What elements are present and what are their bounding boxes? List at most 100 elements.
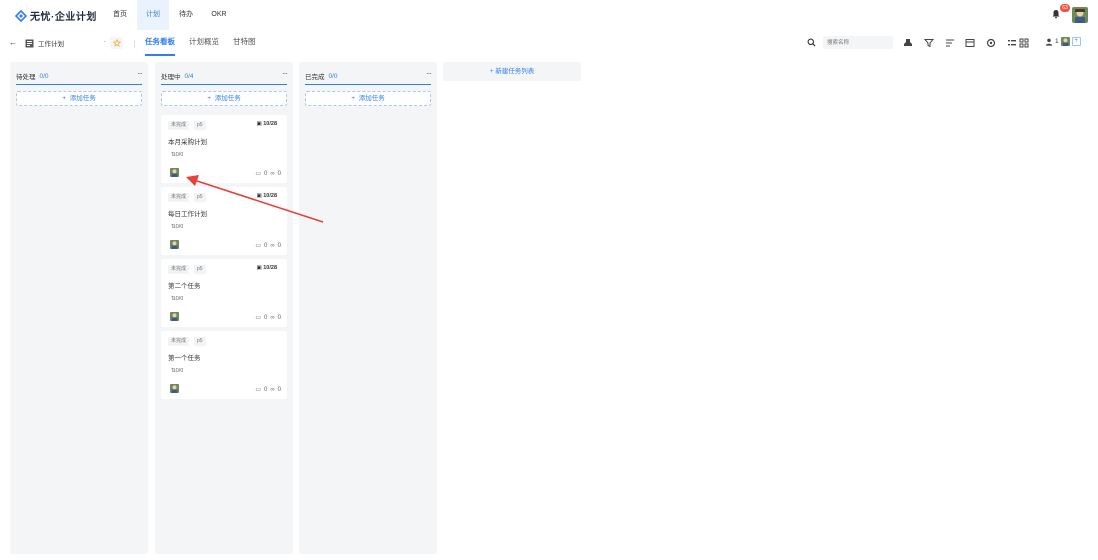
grid-view-icon[interactable] bbox=[1019, 38, 1029, 48]
sort-icon[interactable] bbox=[945, 38, 955, 48]
more-icon[interactable]: ··· bbox=[426, 69, 432, 78]
plus-icon: + bbox=[351, 95, 356, 102]
list-view-icon[interactable] bbox=[1007, 38, 1017, 48]
link-icon: ∞ bbox=[270, 170, 275, 177]
calendar-icon: ▣ bbox=[256, 193, 262, 199]
column-divider bbox=[305, 84, 431, 85]
task-card[interactable]: 未完成 p5 ▣ 10/28 本月采购计划 ⇅0/0 ▭ 0 ∞ 0 bbox=[161, 115, 287, 183]
chevron-down-icon: ⌄ bbox=[102, 38, 107, 44]
divider bbox=[134, 41, 135, 48]
calendar-icon: ▣ bbox=[256, 121, 262, 127]
subtask-progress: ⇅0/0 bbox=[171, 224, 183, 230]
search-input[interactable] bbox=[823, 36, 893, 49]
member-avatar[interactable] bbox=[1060, 37, 1070, 46]
task-card[interactable]: 未完成 p5 ▣ 10/28 第二个任务 ⇅0/0 ▭ 0 ∞ 0 bbox=[161, 259, 287, 327]
view-tabs: 任务看板 计划概览 甘特图 bbox=[145, 30, 256, 56]
link-count: 0 bbox=[277, 314, 281, 321]
cleanup-icon[interactable] bbox=[903, 38, 913, 48]
add-member-button[interactable]: + bbox=[1071, 37, 1081, 46]
comment-icon: ▭ bbox=[255, 315, 262, 321]
assignee-avatar[interactable] bbox=[170, 384, 179, 393]
project-selector[interactable]: 工作计划 ⌄ bbox=[25, 36, 109, 50]
avatar-image bbox=[1060, 37, 1070, 46]
due-date: ▣ 10/28 bbox=[257, 121, 278, 127]
search-icon[interactable] bbox=[807, 38, 816, 47]
user-avatar[interactable] bbox=[1072, 7, 1088, 23]
avatar-image bbox=[170, 384, 179, 393]
subtask-progress: ⇅0/0 bbox=[171, 368, 183, 374]
calendar-view-icon[interactable] bbox=[965, 38, 975, 48]
task-board: 待处理 0/0 ··· + 添加任务 处理中 0/4 ··· + 添加任务 未完… bbox=[0, 56, 1098, 560]
sub-toolbar: ← 工作计划 ⌄ 任务看板 计划概览 甘特图 搜索名称 1 + bbox=[0, 30, 1098, 56]
comment-count: 0 bbox=[264, 314, 268, 321]
link-icon: ∞ bbox=[270, 242, 275, 249]
more-icon[interactable]: ··· bbox=[282, 69, 288, 78]
nav-item-home[interactable]: 首页 bbox=[104, 0, 136, 30]
due-date-text: 10/28 bbox=[263, 193, 277, 199]
nav-item-plan[interactable]: 计划 bbox=[137, 0, 169, 30]
column-divider bbox=[16, 84, 142, 85]
link-icon: ∞ bbox=[270, 386, 275, 393]
column-title: 处理中 bbox=[161, 74, 181, 81]
assignee-avatar[interactable] bbox=[170, 168, 179, 177]
new-list-label: 新建任务列表 bbox=[495, 68, 535, 75]
column-count: 0/0 bbox=[328, 72, 338, 80]
priority-tag: p5 bbox=[194, 121, 206, 130]
subtask-progress-text: 0/0 bbox=[175, 368, 184, 374]
filter-icon[interactable] bbox=[924, 38, 934, 48]
add-task-label: 添加任务 bbox=[69, 95, 96, 102]
column-in-progress: 处理中 0/4 ··· + 添加任务 未完成 p5 ▣ 10/28 本月采购计划… bbox=[155, 62, 293, 554]
task-card[interactable]: 未完成 p5 ▣ 10/28 每日工作计划 ⇅0/0 ▭ 0 ∞ 0 bbox=[161, 187, 287, 255]
nav-item-todo[interactable]: 待办 bbox=[170, 0, 202, 30]
add-task-button[interactable]: + 添加任务 bbox=[161, 91, 287, 106]
more-icon[interactable]: ··· bbox=[137, 69, 143, 78]
assignee-avatar[interactable] bbox=[170, 240, 179, 249]
project-icon bbox=[25, 39, 34, 47]
add-task-button[interactable]: + 添加任务 bbox=[305, 91, 431, 106]
card-meta: ▭ 0 ∞ 0 bbox=[255, 314, 281, 322]
comment-icon: ▭ bbox=[255, 171, 262, 177]
link-count: 0 bbox=[277, 386, 281, 393]
logo-icon bbox=[15, 9, 27, 22]
comment-count: 0 bbox=[264, 242, 268, 249]
comment-icon: ▭ bbox=[255, 243, 262, 249]
favorite-button[interactable] bbox=[110, 37, 123, 49]
column-header: 已完成 0/0 ··· bbox=[305, 68, 432, 84]
add-task-label: 添加任务 bbox=[358, 95, 385, 102]
column-title: 待处理 bbox=[16, 74, 36, 81]
back-arrow-icon[interactable]: ← bbox=[9, 38, 17, 47]
search-box bbox=[807, 36, 895, 49]
avatar-image bbox=[170, 168, 179, 177]
settings-icon[interactable] bbox=[986, 38, 996, 48]
plus-icon: + bbox=[207, 95, 212, 102]
members[interactable]: 1 + bbox=[1045, 37, 1081, 46]
priority-tag: p5 bbox=[194, 265, 206, 274]
new-task-list-button[interactable]: + 新建任务列表 bbox=[443, 62, 581, 81]
task-title: 每日工作计划 bbox=[168, 211, 207, 218]
tab-gantt[interactable]: 甘特图 bbox=[233, 30, 256, 56]
task-title: 第二个任务 bbox=[168, 283, 201, 290]
logo[interactable]: 无忧·企业计划 bbox=[15, 8, 97, 23]
top-nav: 首页 计划 待办 OKR bbox=[104, 0, 236, 30]
add-task-label: 添加任务 bbox=[214, 95, 241, 102]
column-count: 0/4 bbox=[184, 72, 194, 80]
tab-plan-overview[interactable]: 计划概览 bbox=[189, 30, 219, 56]
status-tag: 未完成 bbox=[168, 121, 190, 130]
calendar-icon: ▣ bbox=[256, 265, 262, 271]
task-card[interactable]: 未完成 p5 第一个任务 ⇅0/0 ▭ 0 ∞ 0 bbox=[161, 331, 287, 399]
nav-item-okr[interactable]: OKR bbox=[203, 0, 235, 30]
column-divider bbox=[161, 84, 287, 85]
subtask-progress-text: 0/0 bbox=[175, 152, 184, 158]
bell-icon[interactable] bbox=[1051, 9, 1061, 19]
comment-count: 0 bbox=[264, 386, 268, 393]
column-title: 已完成 bbox=[305, 74, 325, 81]
assignee-avatar[interactable] bbox=[170, 312, 179, 321]
add-task-button[interactable]: + 添加任务 bbox=[16, 91, 142, 106]
plus-icon: + bbox=[489, 68, 494, 75]
status-tag: 未完成 bbox=[168, 337, 190, 346]
comment-icon: ▭ bbox=[255, 387, 262, 393]
due-date-text: 10/28 bbox=[263, 265, 277, 271]
link-count: 0 bbox=[277, 170, 281, 177]
tab-task-board[interactable]: 任务看板 bbox=[145, 30, 175, 56]
task-title: 本月采购计划 bbox=[168, 139, 207, 146]
